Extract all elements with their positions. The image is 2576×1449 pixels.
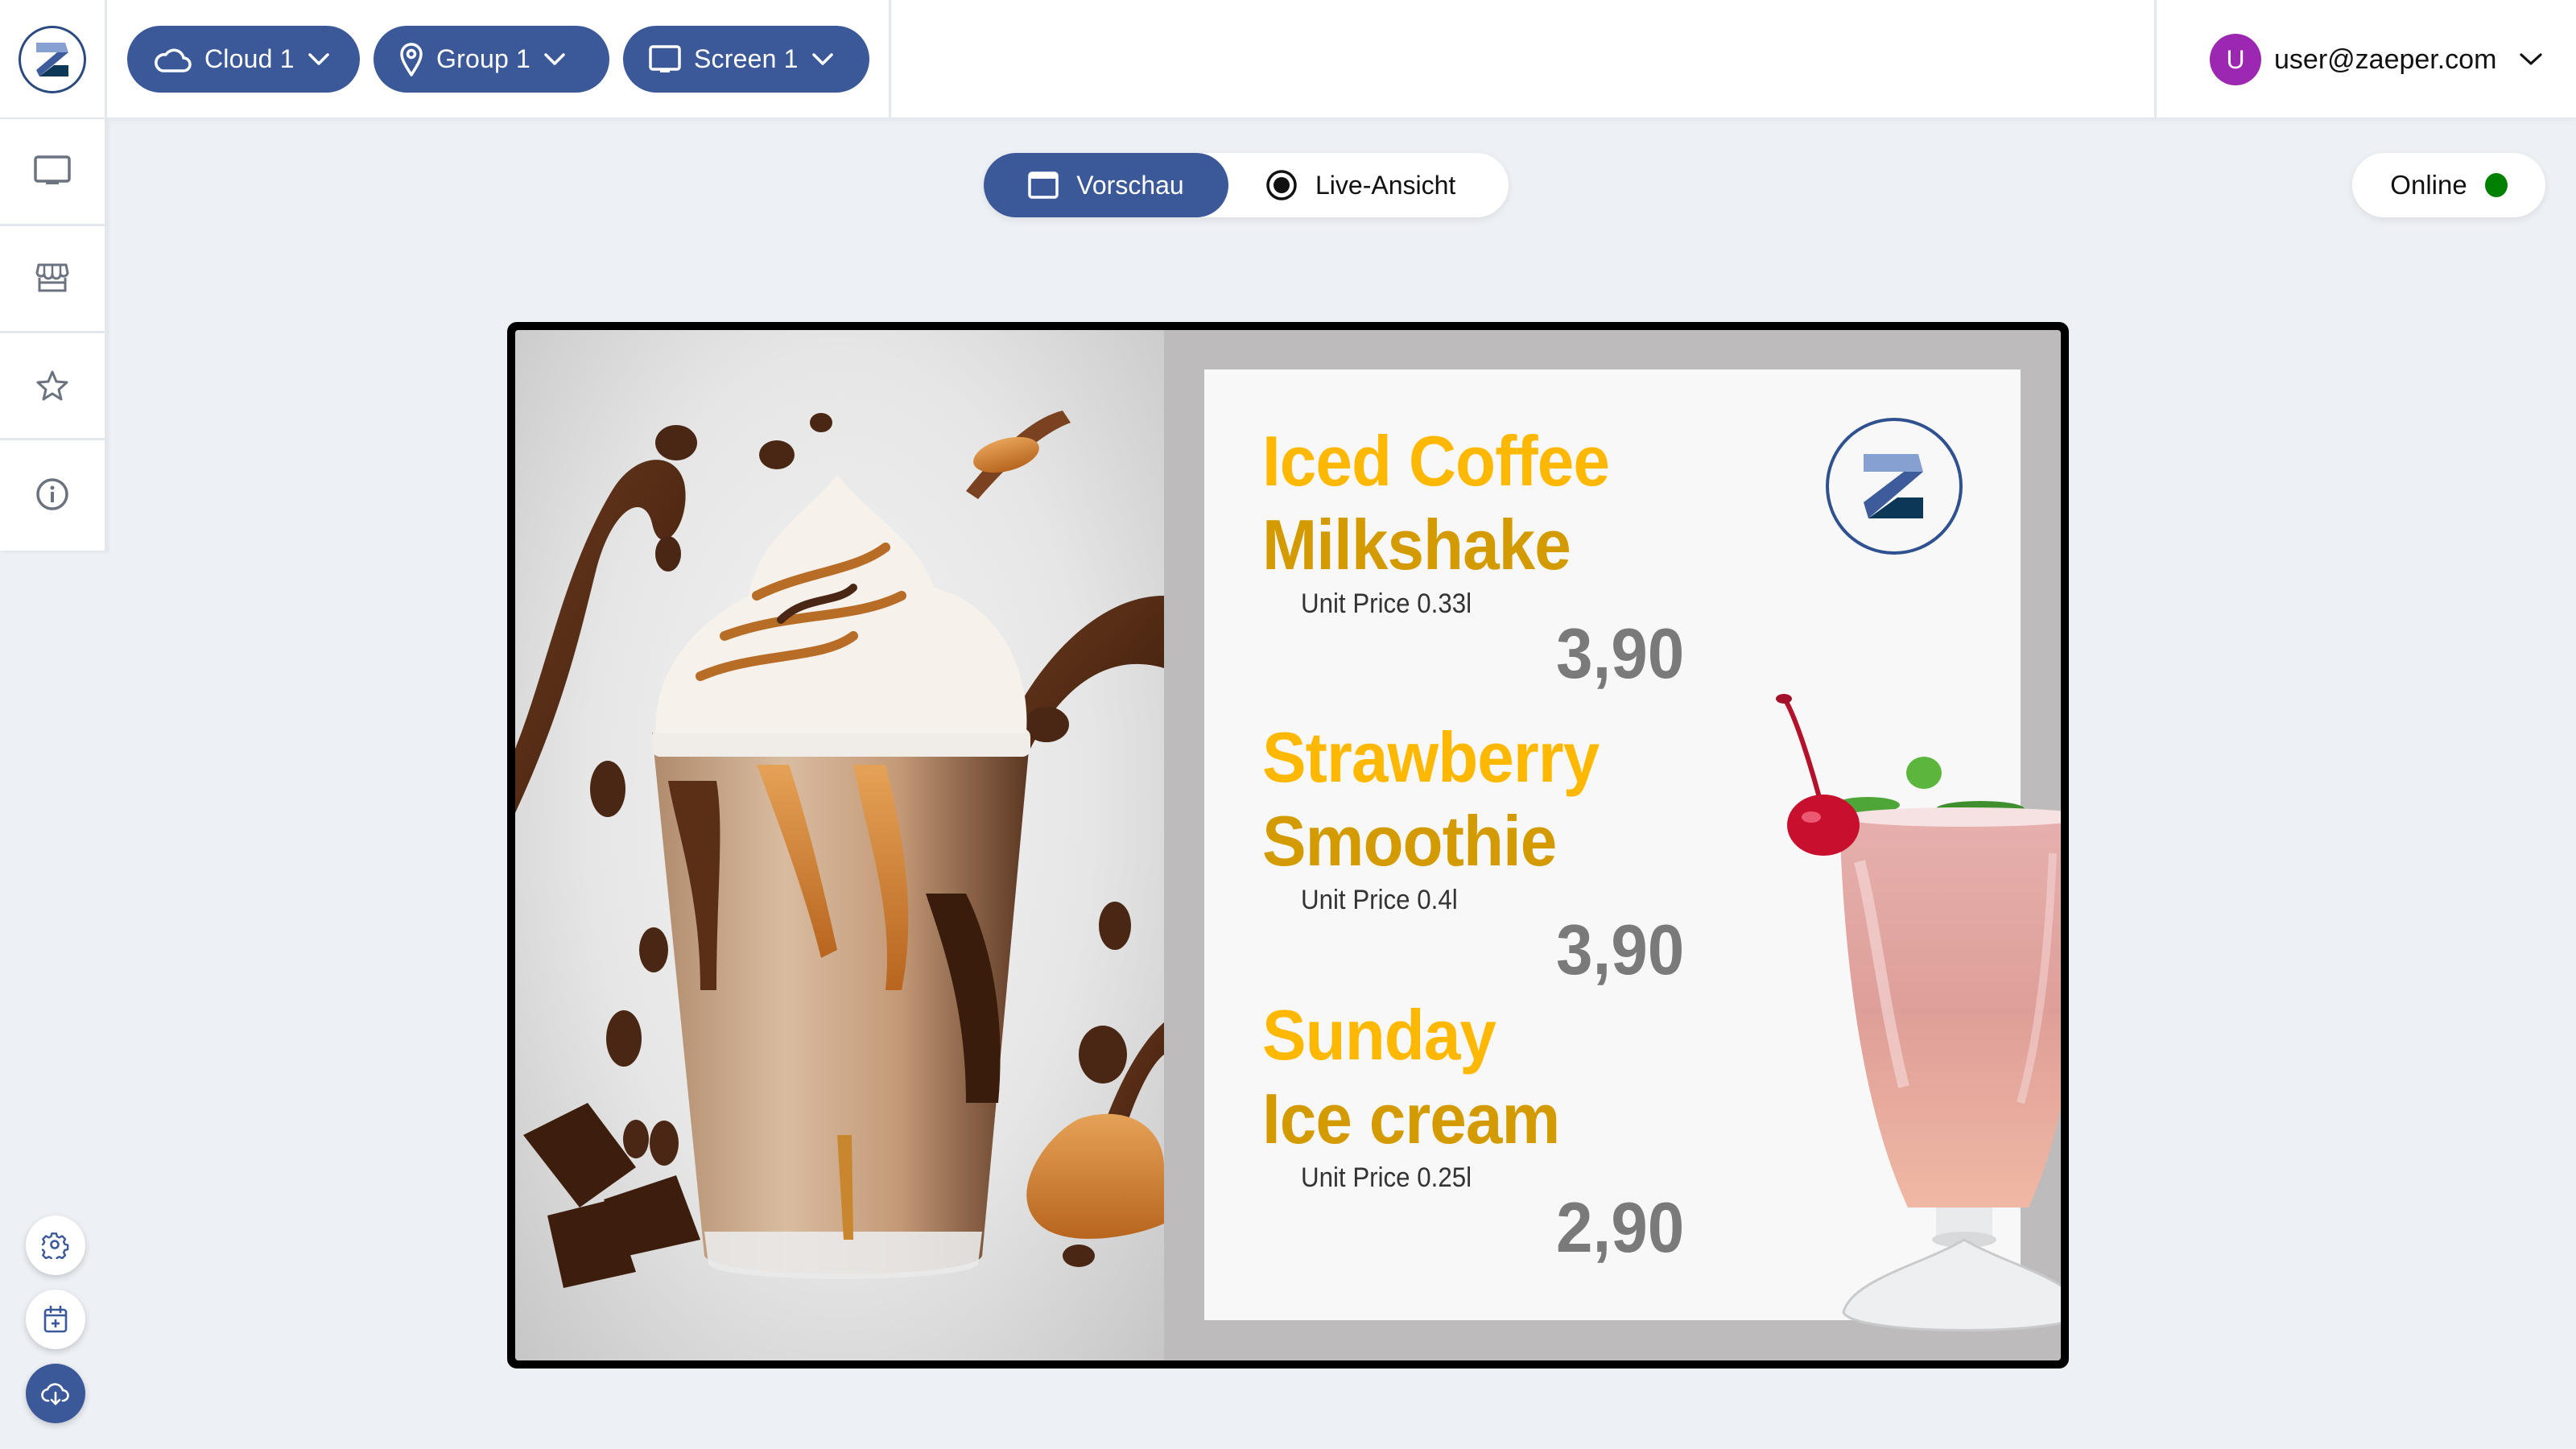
star-icon: [36, 370, 68, 401]
schedule-button[interactable]: [26, 1290, 85, 1349]
screen-selector-label: Screen 1: [694, 44, 799, 73]
menu-item-subtitle: Smoothie: [1262, 801, 1557, 881]
menu-item-title: Sunday: [1262, 995, 1496, 1075]
z-logo-icon: [1864, 454, 1923, 518]
menu-item: Sunday Ice cream Unit Price 0.25l 2,90: [1262, 993, 1694, 1266]
chevron-down-icon: [811, 52, 833, 65]
menu-item-price: 2,90: [1556, 1187, 1685, 1267]
group-selector[interactable]: Group 1: [374, 26, 609, 93]
menu-item-price: 3,90: [1556, 613, 1685, 693]
user-menu[interactable]: U user@zaeper.com: [2210, 34, 2543, 85]
smoothie-illustration: [1776, 694, 2061, 1331]
menu-item-title: Strawberry: [1262, 717, 1600, 797]
menu-item: Iced Coffee Milkshake Unit Price 0.33l 3…: [1262, 419, 1694, 692]
gear-icon: [42, 1232, 69, 1259]
avatar: U: [2210, 34, 2261, 85]
status-dot: [2484, 173, 2508, 197]
sidebar-item-screens[interactable]: [0, 119, 105, 226]
calendar-plus-icon: [43, 1306, 68, 1333]
menu-item-price: 3,90: [1556, 910, 1685, 989]
store-icon: [35, 263, 69, 292]
sidebar-item-favorites[interactable]: [0, 333, 105, 440]
status-badge: Online: [2352, 153, 2545, 217]
sidebar-item-info[interactable]: [0, 440, 105, 547]
cloud-download-button[interactable]: [26, 1364, 85, 1423]
menu-item: Strawberry Smoothie Unit Price 0.4l 3,90: [1262, 716, 1694, 989]
sidebar: [0, 119, 107, 551]
zaeper-logo: [1826, 418, 1963, 555]
status-label: Online: [2390, 170, 2467, 200]
menu-item-subtitle: Milkshake: [1262, 505, 1571, 584]
map-pin-icon: [400, 42, 423, 76]
info-icon: [36, 477, 68, 510]
tab-live-view[interactable]: Live-Ansicht: [1265, 153, 1455, 217]
cloud-icon: [155, 48, 192, 72]
logo-cell[interactable]: [0, 0, 107, 119]
settings-button[interactable]: [26, 1216, 85, 1275]
milkshake-illustration: [515, 411, 1164, 1288]
screen-preview: Iced Coffee Milkshake Unit Price 0.33l 3…: [515, 330, 2061, 1360]
menu-item-title: Iced Coffee: [1262, 421, 1610, 501]
cloud-selector[interactable]: Cloud 1: [127, 26, 360, 93]
tab-preview[interactable]: Vorschau: [984, 153, 1228, 217]
monitor-icon: [34, 155, 71, 184]
tab-preview-label: Vorschau: [1076, 170, 1184, 200]
group-selector-label: Group 1: [436, 44, 531, 73]
header-divider: [889, 0, 891, 119]
radio-dot-icon: [1266, 170, 1297, 200]
sidebar-item-store[interactable]: [0, 226, 105, 333]
menu-item-subtitle: Ice cream: [1262, 1079, 1560, 1158]
window-icon: [1028, 171, 1059, 199]
z-logo-icon: [36, 43, 68, 76]
cloud-download-icon: [41, 1383, 69, 1406]
cloud-selector-label: Cloud 1: [204, 44, 295, 73]
header-divider: [2154, 0, 2157, 119]
top-header: Cloud 1 Group 1 Screen 1 U user@zaeper.c…: [0, 0, 2576, 119]
user-email: user@zaeper.com: [2274, 43, 2497, 75]
chevron-down-icon: [308, 52, 329, 65]
monitor-icon: [649, 44, 681, 72]
screen-selector[interactable]: Screen 1: [623, 26, 869, 93]
strawberry-smoothie-photo: [1763, 684, 2061, 1344]
iced-coffee-milkshake-photo: [515, 330, 1164, 1360]
zaeper-logo[interactable]: [19, 26, 86, 93]
screen-preview-frame: Iced Coffee Milkshake Unit Price 0.33l 3…: [507, 322, 2069, 1368]
tab-live-view-label: Live-Ansicht: [1315, 170, 1456, 200]
view-toggle: Vorschau Live-Ansicht: [984, 153, 1509, 217]
chevron-down-icon: [544, 52, 565, 65]
chevron-down-icon: [2520, 53, 2543, 65]
